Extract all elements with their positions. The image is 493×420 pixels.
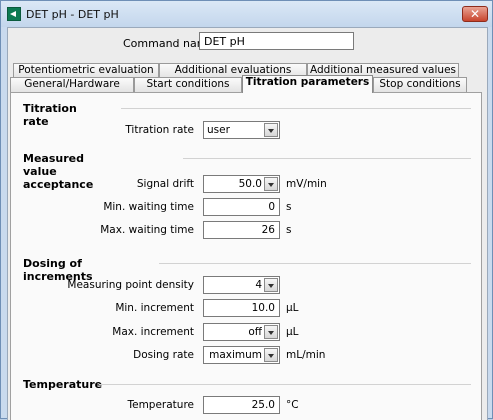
measuring-point-density-label: Measuring point density [67, 279, 194, 291]
titration-parameters-panel [10, 92, 482, 420]
tab-titration-parameters[interactable]: Titration parameters [242, 75, 373, 93]
window-title: DET pH - DET pH [26, 8, 119, 21]
divider [99, 384, 471, 385]
min-increment-input[interactable]: 10.0 [203, 299, 280, 317]
max-increment-select[interactable]: off [203, 323, 280, 341]
dosing-rate-label: Dosing rate [133, 349, 194, 361]
max-increment-label: Max. increment [112, 326, 194, 338]
tab-stop-conditions[interactable]: Stop conditions [373, 77, 467, 92]
divider [121, 108, 471, 109]
max-waiting-time-input[interactable]: 26 [203, 221, 280, 239]
app-icon [7, 7, 21, 21]
min-increment-label: Min. increment [115, 302, 194, 314]
measuring-point-density-value: 4 [255, 279, 262, 291]
chevron-down-icon[interactable] [264, 123, 278, 137]
chevron-down-icon[interactable] [264, 348, 278, 362]
temperature-label: Temperature [127, 399, 194, 411]
close-icon: ✕ [469, 7, 481, 21]
min-waiting-time-input[interactable]: 0 [203, 198, 280, 216]
tab-potentiometric-evaluation[interactable]: Potentiometric evaluation [13, 63, 159, 78]
section-titration-rate: Titration rate [23, 102, 77, 128]
min-waiting-time-unit: s [286, 201, 292, 213]
chevron-down-icon[interactable] [264, 177, 278, 191]
max-increment-unit: µL [286, 326, 299, 338]
titration-rate-label: Titration rate [125, 124, 194, 136]
min-waiting-time-label: Min. waiting time [103, 201, 194, 213]
divider [159, 263, 471, 264]
titration-rate-value: user [207, 124, 230, 136]
tab-general-hardware[interactable]: General/Hardware [10, 77, 134, 92]
signal-drift-label: Signal drift [136, 178, 194, 190]
signal-drift-select[interactable]: 50.0 [203, 175, 280, 193]
titration-rate-select[interactable]: user [203, 121, 280, 139]
chevron-down-icon[interactable] [264, 325, 278, 339]
dosing-rate-unit: mL/min [286, 349, 326, 361]
command-name-input[interactable]: DET pH [199, 32, 354, 50]
measuring-point-density-select[interactable]: 4 [203, 276, 280, 294]
divider [183, 158, 471, 159]
temperature-input[interactable]: 25.0 [203, 396, 280, 414]
temperature-unit: °C [286, 399, 299, 411]
max-waiting-time-label: Max. waiting time [100, 224, 194, 236]
max-waiting-time-unit: s [286, 224, 292, 236]
dialog-window: DET pH - DET pH ✕ Command name DET pH Po… [0, 0, 493, 420]
chevron-down-icon[interactable] [264, 278, 278, 292]
max-increment-value: off [248, 326, 262, 338]
min-increment-unit: µL [286, 302, 299, 314]
title-bar[interactable]: DET pH - DET pH ✕ [1, 1, 492, 27]
signal-drift-unit: mV/min [286, 178, 327, 190]
dosing-rate-value: maximum [209, 349, 262, 361]
dosing-rate-select[interactable]: maximum [203, 346, 280, 364]
section-temperature: Temperature [23, 378, 103, 391]
signal-drift-value: 50.0 [238, 178, 262, 190]
close-button[interactable]: ✕ [462, 6, 488, 22]
tab-start-conditions[interactable]: Start conditions [134, 77, 242, 92]
